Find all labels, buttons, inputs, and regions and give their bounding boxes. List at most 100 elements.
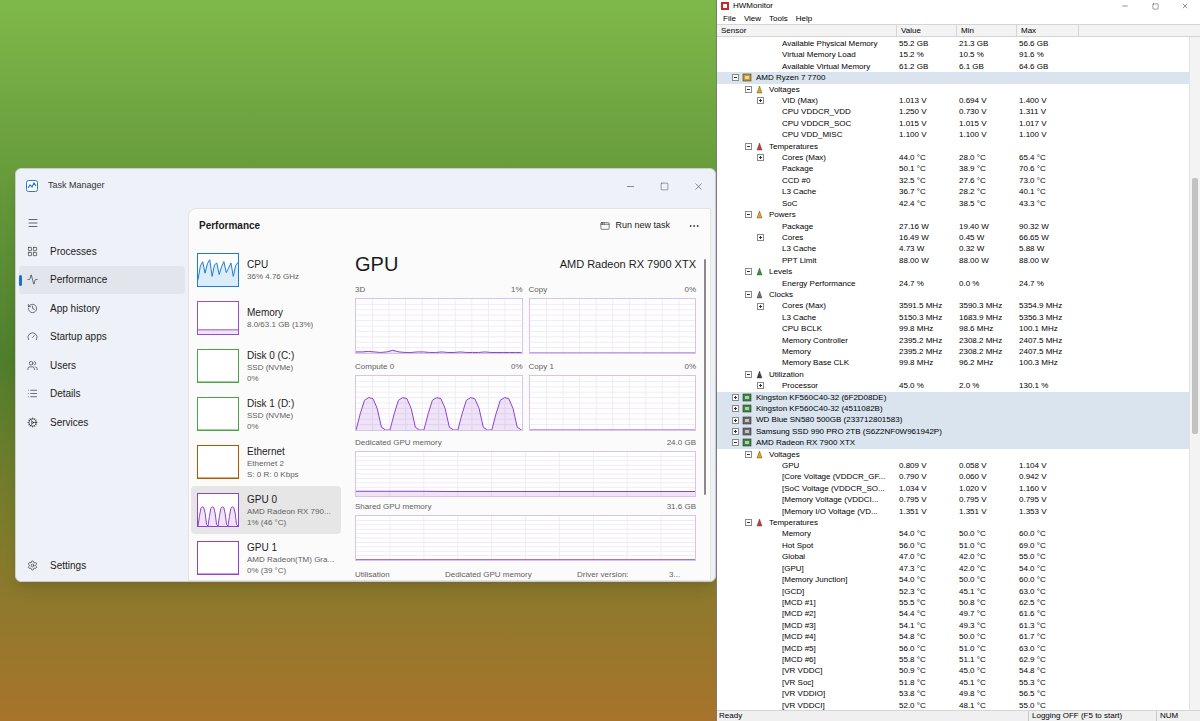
- group-row[interactable]: Temperatures: [717, 517, 1189, 528]
- sensor-row[interactable]: [MCD #1]55.5 °C50.8 °C62.5 °C: [717, 597, 1189, 608]
- scrollbar-thumb[interactable]: [704, 259, 706, 496]
- sensor-row[interactable]: L3 Cache5150.3 MHz1683.9 MHz5356.3 MHz: [717, 312, 1189, 323]
- more-button[interactable]: [684, 220, 704, 232]
- expander-icon[interactable]: [732, 405, 739, 412]
- expander-icon[interactable]: [745, 143, 752, 150]
- sensor-row[interactable]: [VR VDDCI]52.0 °C48.1 °C55.0 °C: [717, 700, 1189, 710]
- sensor-row[interactable]: [Core Voltage (VDDCR_GF...0.790 V0.060 V…: [717, 471, 1189, 482]
- sensor-row[interactable]: Available Virtual Memory61.2 GB6.1 GB64.…: [717, 61, 1189, 72]
- expander-icon[interactable]: [745, 519, 752, 526]
- device-row[interactable]: WD Blue SN580 500GB (233712801583): [717, 414, 1189, 425]
- panel-scrollbar[interactable]: [702, 242, 708, 580]
- expander-icon[interactable]: [757, 234, 764, 241]
- sensor-row[interactable]: L3 Cache36.7 °C28.2 °C40.1 °C: [717, 186, 1189, 197]
- sensor-row[interactable]: Processor45.0 %2.0 %130.1 %: [717, 380, 1189, 391]
- sensor-row[interactable]: SoC42.4 °C38.5 °C43.3 °C: [717, 198, 1189, 209]
- sensor-row[interactable]: CPU BCLK99.8 MHz98.6 MHz100.1 MHz: [717, 323, 1189, 334]
- sensor-row[interactable]: [MCD #3]54.1 °C49.3 °C61.3 °C: [717, 620, 1189, 631]
- minimize-button[interactable]: [1110, 0, 1140, 12]
- sensor-row[interactable]: Global47.0 °C42.0 °C55.0 °C: [717, 551, 1189, 562]
- sensor-row[interactable]: Memory2395.2 MHz2308.2 MHz2407.5 MHz: [717, 346, 1189, 357]
- minimize-button[interactable]: [613, 169, 647, 203]
- sensor-row[interactable]: Memory Base CLK99.8 MHz96.2 MHz100.3 MHz: [717, 357, 1189, 368]
- settings-nav-item[interactable]: Settings: [19, 551, 185, 579]
- device-item[interactable]: GPU 1AMD Radeon(TM) Gra...0% (39 °C): [191, 534, 341, 581]
- device-item[interactable]: GPU 0AMD Radeon RX 790...1% (46 °C): [191, 486, 341, 534]
- expander-icon[interactable]: [745, 268, 752, 275]
- sensor-row[interactable]: [Memory Junction]54.0 °C50.0 °C60.0 °C: [717, 574, 1189, 585]
- nav-item[interactable]: Performance: [19, 266, 185, 295]
- expander-icon[interactable]: [757, 154, 764, 161]
- group-row[interactable]: Voltages: [717, 449, 1189, 460]
- sensor-row[interactable]: [GCD]52.3 °C45.1 °C63.0 °C: [717, 586, 1189, 597]
- group-row[interactable]: Levels: [717, 266, 1189, 277]
- sensor-row[interactable]: Memory54.0 °C50.0 °C60.0 °C: [717, 528, 1189, 539]
- maximize-button[interactable]: [1140, 0, 1170, 12]
- expander-icon[interactable]: [732, 74, 739, 81]
- scrollbar-thumb[interactable]: [1192, 178, 1198, 434]
- sensor-row[interactable]: Package27.16 W19.40 W90.32 W: [717, 221, 1189, 232]
- group-row[interactable]: Utilization: [717, 369, 1189, 380]
- menu-item[interactable]: Tools: [765, 13, 792, 24]
- sensor-row[interactable]: GPU0.809 V0.058 V1.104 V: [717, 460, 1189, 471]
- close-button[interactable]: [1170, 0, 1200, 12]
- nav-item[interactable]: Processes: [19, 237, 185, 266]
- expander-icon[interactable]: [732, 439, 739, 446]
- sensor-row[interactable]: [Memory I/O Voltage (VD...1.351 V1.351 V…: [717, 506, 1189, 517]
- expander-icon[interactable]: [745, 86, 752, 93]
- expander-icon[interactable]: [745, 371, 752, 378]
- device-item[interactable]: Memory8.0/63.1 GB (13%): [191, 294, 341, 342]
- run-new-task-button[interactable]: Run new task: [594, 217, 676, 235]
- device-item[interactable]: Disk 0 (C:)SSD (NVMe)0%: [191, 342, 341, 390]
- group-row[interactable]: Powers: [717, 209, 1189, 220]
- expander-icon[interactable]: [757, 97, 764, 104]
- device-row[interactable]: AMD Ryzen 7 7700: [717, 72, 1189, 83]
- expander-icon[interactable]: [745, 291, 752, 298]
- expander-icon[interactable]: [732, 417, 739, 424]
- expander-icon[interactable]: [745, 211, 752, 218]
- group-row[interactable]: Clocks: [717, 289, 1189, 300]
- expander-icon[interactable]: [732, 428, 739, 435]
- column-header-cell[interactable]: Max: [1017, 25, 1079, 36]
- nav-item[interactable]: Details: [19, 380, 185, 409]
- sensor-row[interactable]: [MCD #5]56.0 °C51.0 °C63.0 °C: [717, 643, 1189, 654]
- device-row[interactable]: Samsung SSD 990 PRO 2TB (S6Z2NF0W961942P…: [717, 426, 1189, 437]
- sensor-row[interactable]: [VR Soc]51.8 °C45.1 °C55.3 °C: [717, 677, 1189, 688]
- nav-item[interactable]: Startup apps: [19, 323, 185, 352]
- group-row[interactable]: Voltages: [717, 84, 1189, 95]
- sensor-row[interactable]: [VR VDDIO]53.8 °C49.8 °C56.5 °C: [717, 688, 1189, 699]
- expander-icon[interactable]: [757, 382, 764, 389]
- column-header-cell[interactable]: Sensor: [717, 25, 897, 36]
- sensor-row[interactable]: Package50.1 °C38.9 °C70.6 °C: [717, 163, 1189, 174]
- nav-item[interactable]: Users: [19, 351, 185, 380]
- sensor-row[interactable]: [MCD #6]55.8 °C51.1 °C62.9 °C: [717, 654, 1189, 665]
- menu-item[interactable]: View: [740, 13, 765, 24]
- sensor-row[interactable]: Cores (Max)44.0 °C28.0 °C65.4 °C: [717, 152, 1189, 163]
- sensor-row[interactable]: [MCD #2]54.4 °C49.7 °C61.6 °C: [717, 608, 1189, 619]
- sensor-row[interactable]: CPU VDD_MISC1.100 V1.100 V1.100 V: [717, 129, 1189, 140]
- nav-item[interactable]: Services: [19, 408, 185, 437]
- sensor-row[interactable]: CPU VDDCR_VDD1.250 V0.730 V1.311 V: [717, 106, 1189, 117]
- device-row[interactable]: Kingston KF560C40-32 (6F2D08DE): [717, 392, 1189, 403]
- menu-item[interactable]: File: [719, 13, 740, 24]
- sensor-row[interactable]: VID (Max)1.013 V0.694 V1.400 V: [717, 95, 1189, 106]
- device-item[interactable]: CPU36% 4.76 GHz: [191, 246, 341, 294]
- expander-icon[interactable]: [757, 303, 764, 310]
- device-item[interactable]: Disk 1 (D:)SSD (NVMe)0%: [191, 390, 341, 438]
- close-button[interactable]: [681, 169, 715, 203]
- sensor-row[interactable]: Cores (Max)3591.5 MHz3590.3 MHz5354.9 MH…: [717, 300, 1189, 311]
- sensor-row[interactable]: [GPU]47.3 °C42.0 °C54.0 °C: [717, 563, 1189, 574]
- menu-item[interactable]: Help: [792, 13, 816, 24]
- sensor-row[interactable]: [VR VDDC]50.9 °C45.0 °C54.8 °C: [717, 665, 1189, 676]
- sensor-row[interactable]: Hot Spot56.0 °C51.0 °C69.0 °C: [717, 540, 1189, 551]
- sensor-row[interactable]: Available Physical Memory55.2 GB21.3 GB5…: [717, 38, 1189, 49]
- expander-icon[interactable]: [745, 451, 752, 458]
- sensor-row[interactable]: [MCD #4]54.8 °C50.0 °C61.7 °C: [717, 631, 1189, 642]
- device-row[interactable]: Kingston KF560C40-32 (4511082B): [717, 403, 1189, 414]
- sensor-row[interactable]: L3 Cache4.73 W0.32 W5.88 W: [717, 243, 1189, 254]
- device-row[interactable]: AMD Radeon RX 7900 XTX: [717, 437, 1189, 448]
- maximize-button[interactable]: [647, 169, 681, 203]
- group-row[interactable]: Temperatures: [717, 141, 1189, 152]
- tree-scrollbar[interactable]: [1189, 37, 1200, 710]
- sensor-row[interactable]: CPU VDDCR_SOC1.015 V1.015 V1.017 V: [717, 118, 1189, 129]
